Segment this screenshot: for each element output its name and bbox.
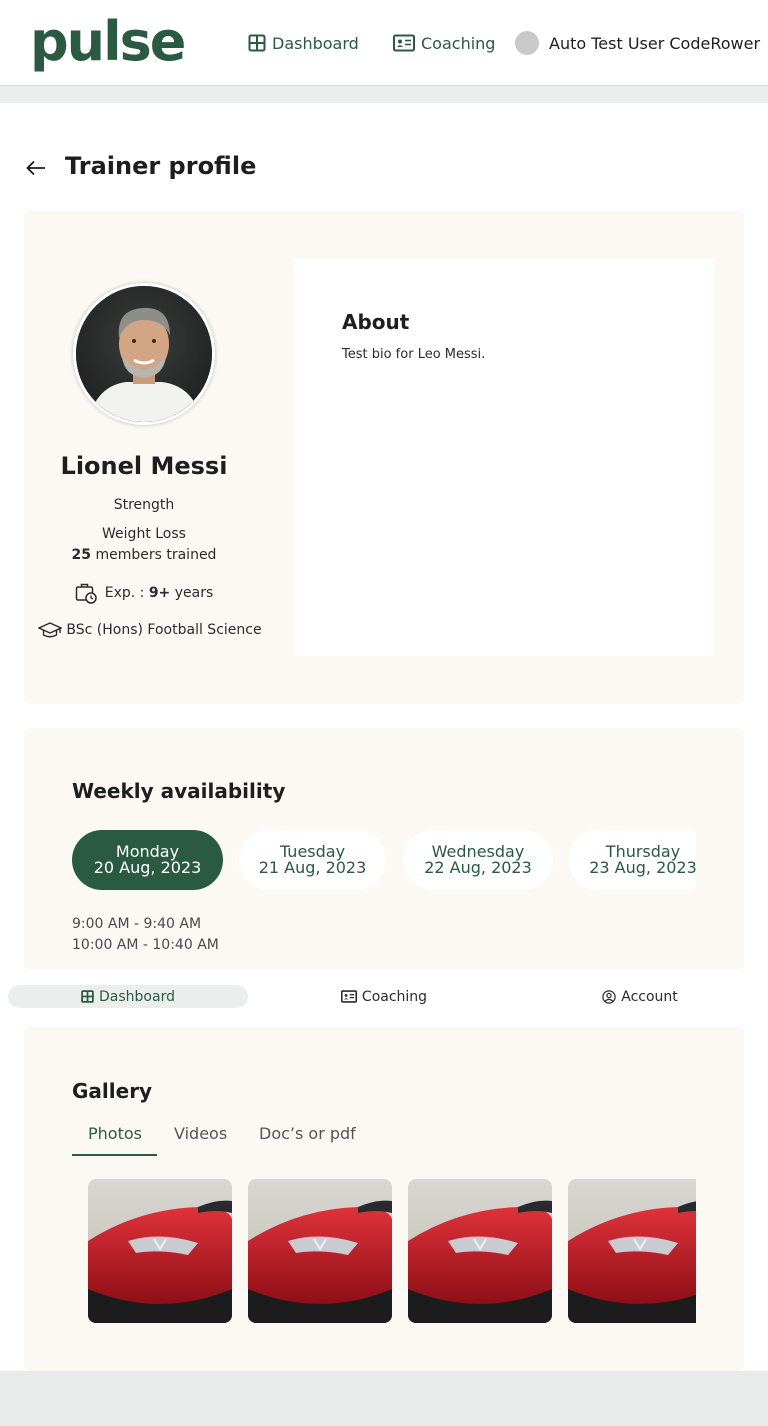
page-footer	[0, 1371, 768, 1426]
nav-coaching[interactable]: Coaching	[393, 32, 495, 54]
id-card-icon	[393, 34, 415, 52]
gallery-photo[interactable]	[88, 1179, 232, 1323]
account-icon	[602, 989, 616, 1004]
nav-dashboard-label: Dashboard	[272, 33, 359, 53]
pulse-logo[interactable]: pulse	[30, 12, 186, 72]
specialty-weight-loss: Weight Loss	[102, 526, 186, 542]
members-suffix: members trained	[91, 547, 217, 563]
date-label: 23 Aug, 2023	[589, 858, 696, 877]
top-header: pulse Dashboard Coaching Auto Test User …	[0, 0, 768, 86]
bottom-nav-account-label: Account	[621, 988, 678, 1005]
tab-photos[interactable]: Photos	[88, 1124, 142, 1143]
active-tab-indicator	[72, 1154, 157, 1156]
exp-prefix: Exp. :	[104, 585, 149, 601]
trainer-photo	[73, 283, 215, 425]
briefcase-clock-icon	[75, 583, 97, 604]
nav-coaching-label: Coaching	[421, 33, 496, 53]
header-divider	[0, 87, 768, 103]
gallery-photo[interactable]	[568, 1179, 696, 1323]
tab-videos[interactable]: Videos	[174, 1124, 227, 1143]
members-count: 25	[71, 547, 92, 563]
dashboard-icon	[248, 34, 266, 52]
exp-suffix: years	[170, 585, 214, 601]
trainer-name: Lionel Messi	[60, 452, 228, 480]
photo-gallery	[88, 1179, 696, 1323]
day-wednesday[interactable]: Wednesday 22 Aug, 2023	[403, 830, 553, 890]
about-panel: About Test bio for Leo Messi.	[294, 259, 714, 656]
nav-dashboard[interactable]: Dashboard	[248, 32, 359, 54]
members-trained: 25 members trained	[24, 547, 264, 563]
date-label: 22 Aug, 2023	[424, 858, 532, 877]
day-selector: Monday 20 Aug, 2023 Tuesday 21 Aug, 2023…	[72, 830, 696, 890]
day-tuesday[interactable]: Tuesday 21 Aug, 2023	[239, 830, 386, 890]
gallery-photo[interactable]	[248, 1179, 392, 1323]
graduation-cap-icon	[38, 622, 63, 638]
time-slot[interactable]: 9:00 AM - 9:40 AM	[72, 916, 201, 932]
date-label: 20 Aug, 2023	[93, 858, 202, 877]
avatar	[515, 31, 539, 55]
exp-value: 9+	[148, 585, 171, 601]
tab-docs[interactable]: Doc’s or pdf	[259, 1124, 356, 1143]
day-thursday[interactable]: Thursday 23 Aug, 2023	[569, 830, 696, 890]
bottom-nav-account[interactable]: Account	[520, 985, 760, 1008]
bottom-nav-dashboard[interactable]: Dashboard	[8, 985, 248, 1008]
education: BSc (Hons) Football Science	[20, 620, 280, 640]
user-menu[interactable]: Auto Test User CodeRower	[515, 31, 760, 55]
about-text: Test bio for Leo Messi.	[342, 347, 486, 362]
time-slot[interactable]: 10:00 AM - 10:40 AM	[72, 937, 219, 953]
dashboard-icon	[81, 990, 94, 1003]
gallery-photo[interactable]	[408, 1179, 552, 1323]
user-name: Auto Test User CodeRower	[549, 33, 761, 53]
page-title: Trainer profile	[65, 152, 257, 180]
gallery-title: Gallery	[72, 1079, 153, 1103]
bottom-nav-dashboard-label: Dashboard	[99, 988, 175, 1005]
bottom-nav-coaching-label: Coaching	[361, 988, 428, 1005]
bottom-nav-coaching[interactable]: Coaching	[264, 985, 504, 1008]
day-monday[interactable]: Monday 20 Aug, 2023	[72, 830, 223, 890]
back-arrow-icon[interactable]	[24, 156, 48, 180]
bottom-nav: Dashboard Coaching Account	[0, 969, 768, 1027]
education-label: BSc (Hons) Football Science	[66, 622, 262, 638]
date-label: 21 Aug, 2023	[258, 858, 367, 877]
availability-title: Weekly availability	[72, 779, 286, 803]
about-title: About	[342, 310, 410, 334]
id-card-icon	[340, 990, 357, 1003]
experience: Exp. : 9+ years	[24, 582, 264, 604]
specialty-strength: Strength	[113, 497, 175, 513]
